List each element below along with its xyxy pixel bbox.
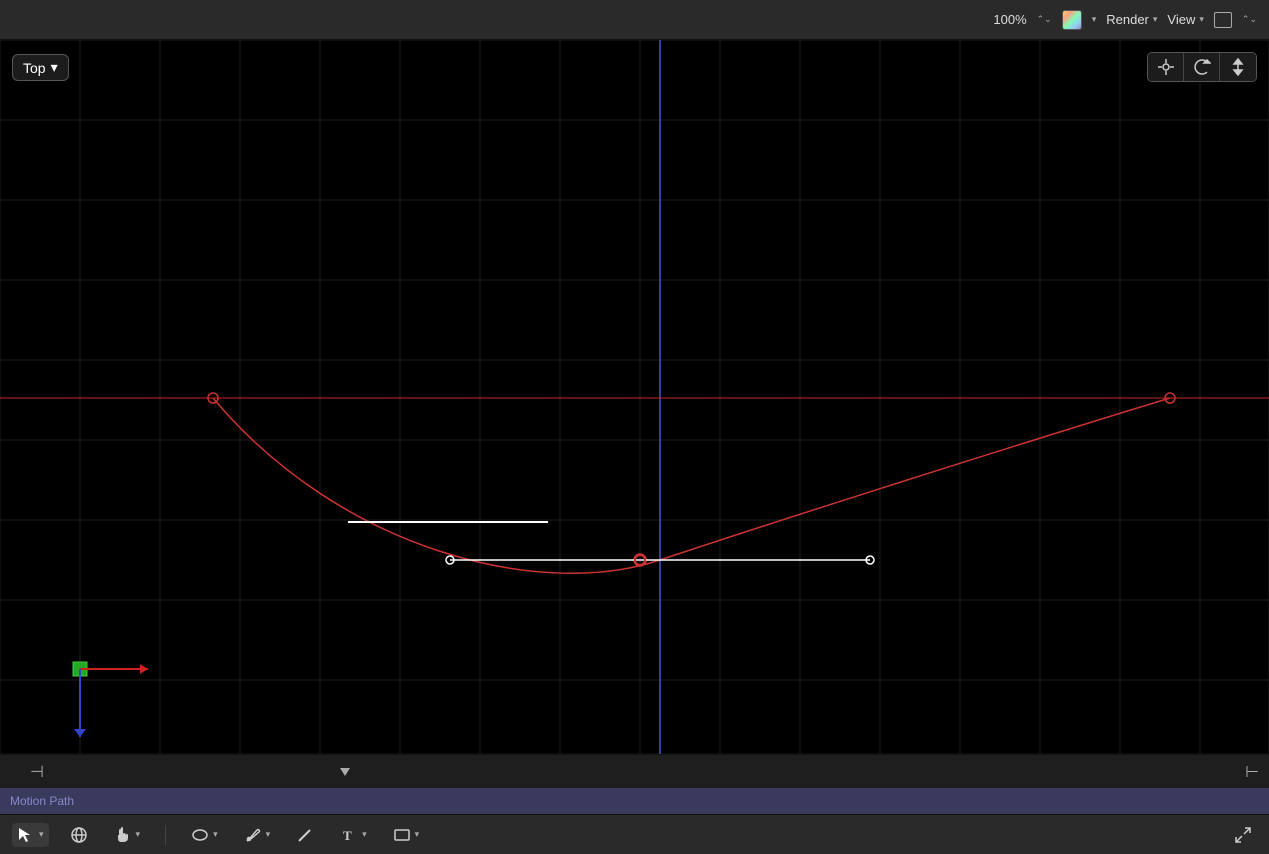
text-tool[interactable]: T ▾ bbox=[335, 823, 372, 847]
ellipse-tool[interactable]: ▾ bbox=[186, 823, 223, 847]
bottom-toolbar: ▾ ▾ ▾ ▾ bbox=[0, 814, 1269, 854]
timeline-end-marker: ⊢ bbox=[1245, 762, 1259, 782]
viewport-button-group bbox=[1147, 52, 1257, 82]
viewport-snap-button[interactable] bbox=[1148, 53, 1184, 81]
timeline-playhead[interactable] bbox=[340, 768, 350, 776]
view-label-dropdown[interactable]: Top ▾ bbox=[12, 54, 69, 81]
viewport-canvas bbox=[0, 40, 1269, 754]
arrow-tool[interactable]: ▾ bbox=[12, 823, 49, 847]
brush-tool[interactable] bbox=[291, 823, 319, 847]
pen-tool-dropdown[interactable]: ▾ bbox=[266, 829, 271, 840]
rect-tool[interactable]: ▾ bbox=[388, 823, 425, 847]
rect-tool-dropdown[interactable]: ▾ bbox=[415, 829, 420, 840]
timeline: ⊣ ⊢ Motion Path bbox=[0, 754, 1269, 814]
timeline-track: ⊣ ⊢ bbox=[0, 755, 1269, 788]
arrow-tool-dropdown[interactable]: ▾ bbox=[39, 829, 44, 840]
viewport: Top ▾ bbox=[0, 40, 1269, 754]
viewport-controls bbox=[1147, 52, 1257, 82]
viewport-rotate-button[interactable] bbox=[1184, 53, 1220, 81]
pen-tool[interactable]: ▾ bbox=[239, 823, 276, 847]
playhead-triangle bbox=[340, 768, 350, 776]
zoom-arrow[interactable]: ⌃⌄ bbox=[1037, 14, 1052, 25]
toolbar-separator-1 bbox=[165, 825, 166, 845]
ellipse-tool-dropdown[interactable]: ▾ bbox=[213, 829, 218, 840]
motion-path-label: Motion Path bbox=[10, 794, 74, 808]
svg-text:T: T bbox=[343, 828, 352, 843]
top-toolbar: 100% ⌃⌄ ▾ Render ▾ View ▾ ⌃⌄ bbox=[0, 0, 1269, 40]
text-tool-dropdown[interactable]: ▾ bbox=[362, 829, 367, 840]
view-menu[interactable]: View ▾ bbox=[1167, 12, 1203, 27]
timeline-start-marker: ⊣ bbox=[30, 762, 44, 782]
zoom-level[interactable]: 100% bbox=[993, 12, 1026, 27]
color-picker-swatch[interactable] bbox=[1062, 10, 1082, 30]
viewport-flip-button[interactable] bbox=[1220, 53, 1256, 81]
layout-icon[interactable] bbox=[1214, 12, 1232, 28]
orbit-tool[interactable] bbox=[65, 823, 93, 847]
render-menu[interactable]: Render ▾ bbox=[1106, 12, 1157, 27]
expand-tool[interactable] bbox=[1229, 823, 1257, 847]
timeline-label-bar: Motion Path bbox=[0, 788, 1269, 814]
hand-tool[interactable]: ▾ bbox=[109, 823, 146, 847]
layout-arrow[interactable]: ⌃⌄ bbox=[1242, 14, 1257, 25]
hand-tool-dropdown[interactable]: ▾ bbox=[136, 829, 141, 840]
color-dropdown-arrow[interactable]: ▾ bbox=[1092, 14, 1097, 25]
